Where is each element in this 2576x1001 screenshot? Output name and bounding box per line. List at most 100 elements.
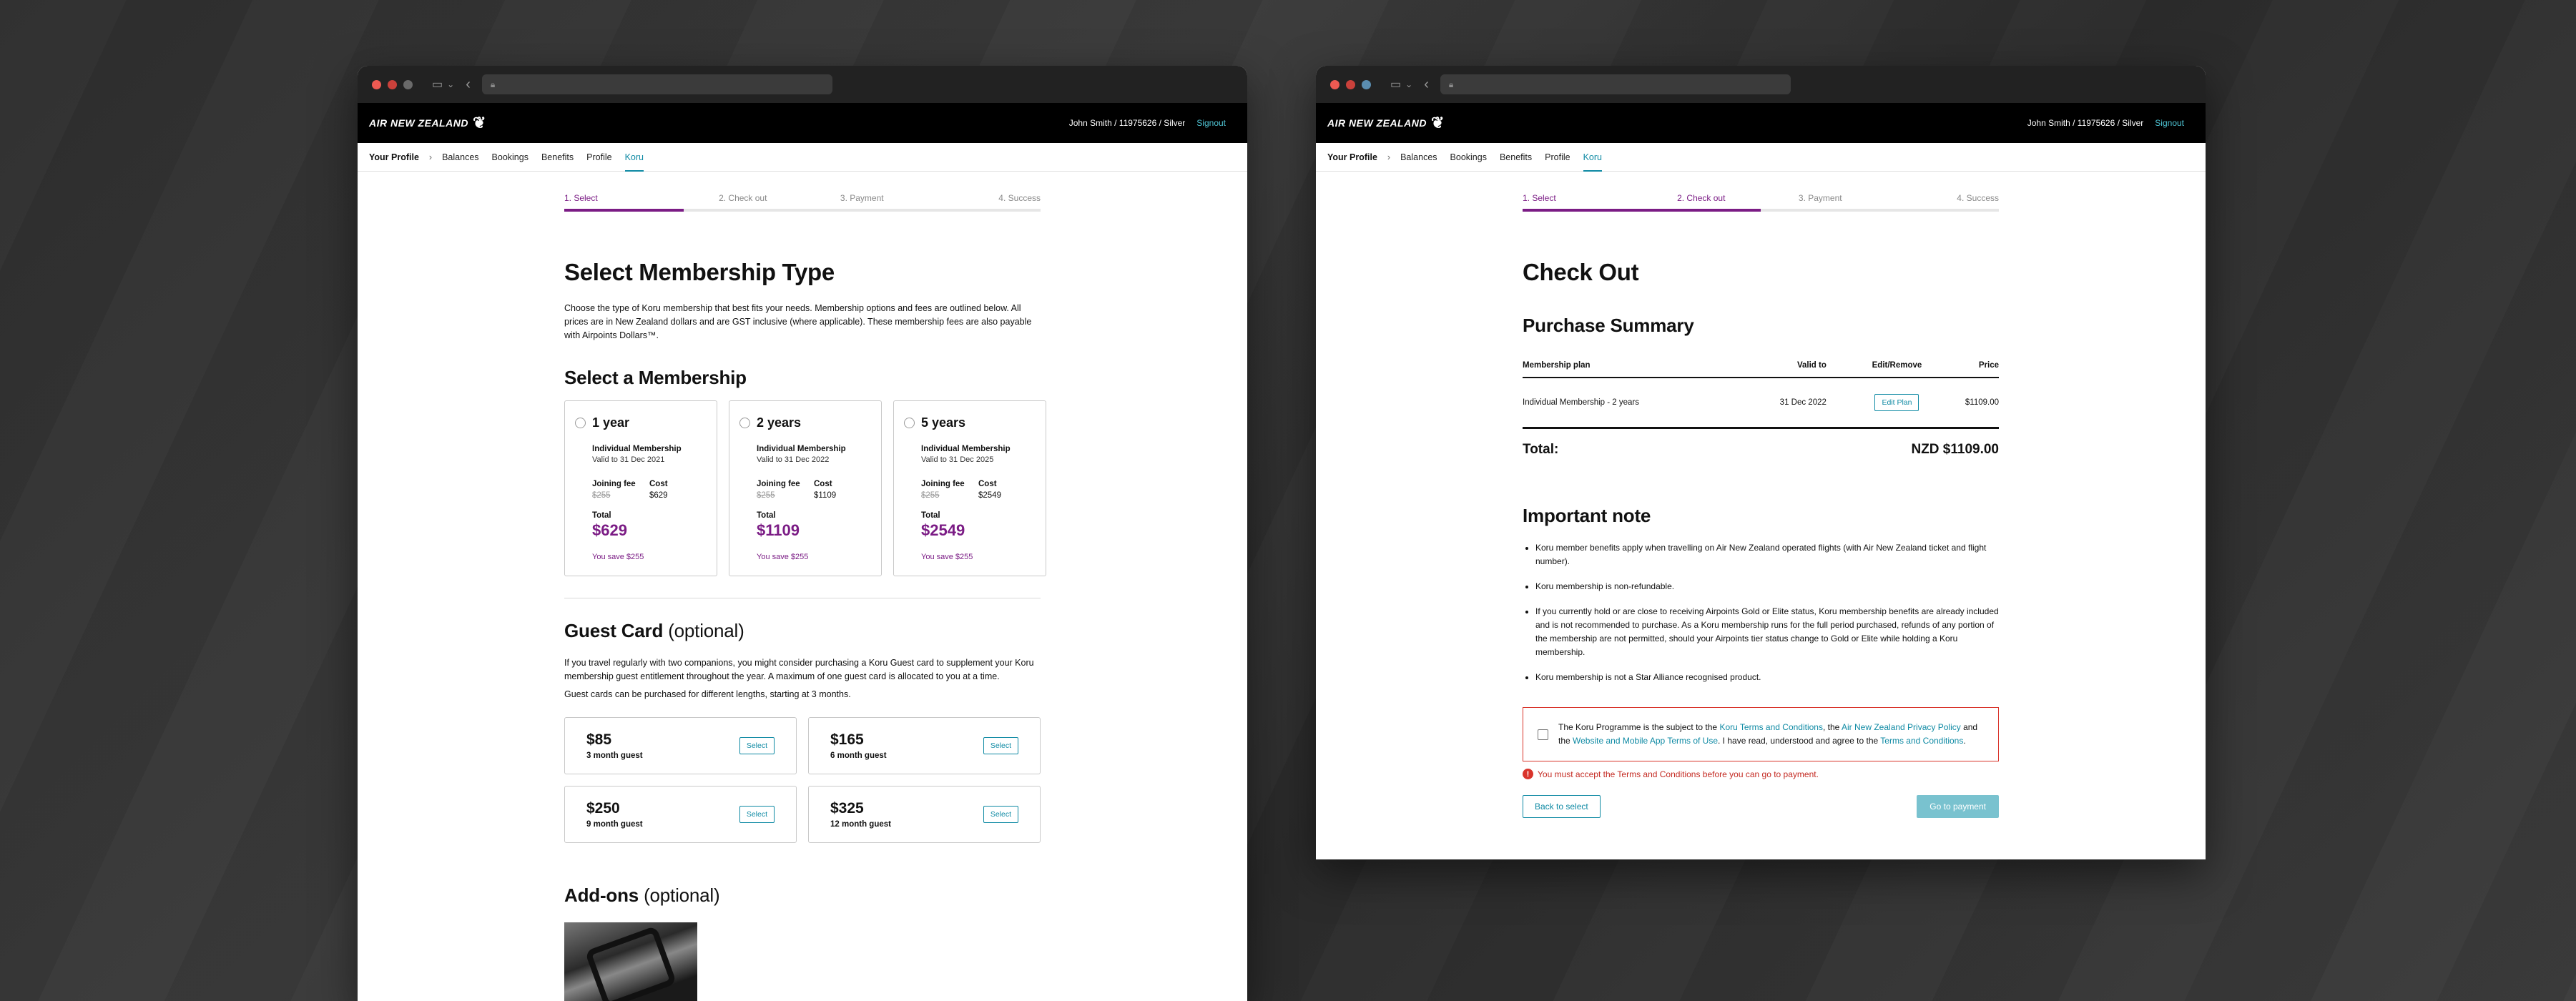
- total-value: $2549: [921, 521, 965, 539]
- sidebar-toggle-icon[interactable]: ▭: [1390, 77, 1401, 92]
- membership-heading: Select a Membership: [564, 367, 747, 388]
- error-icon: !: [1523, 769, 1533, 779]
- nav-benefits[interactable]: Benefits: [1500, 143, 1532, 172]
- guest-length: 12 month guest: [830, 820, 891, 829]
- membership-valid: Valid to 31 Dec 2025: [921, 455, 994, 464]
- nav-profile[interactable]: Profile: [586, 143, 611, 172]
- signout-link[interactable]: Signout: [2155, 118, 2184, 128]
- membership-options: 1 year Individual Membership Valid to 31…: [564, 400, 1046, 576]
- koru-fern-icon: ❦: [1430, 114, 1445, 132]
- browser-window-checkout: ▭ ⌄ ‹ 🔒︎ AIR NEW ZEALAND ❦ John Smith / 1…: [1316, 66, 2206, 859]
- back-to-select-button[interactable]: Back to select: [1523, 795, 1601, 818]
- terms-box: The Koru Programme is the subject to the…: [1523, 707, 1999, 761]
- col-membership-plan: Membership plan: [1523, 361, 1726, 378]
- checkout-actions: Back to select Go to payment: [1523, 795, 1999, 818]
- sidebar-toggle-icon[interactable]: ▭: [432, 77, 443, 92]
- chevron-down-icon[interactable]: ⌄: [1405, 79, 1412, 89]
- nav-balances[interactable]: Balances: [1400, 143, 1437, 172]
- col-valid-to: Valid to: [1725, 361, 1854, 378]
- koru-terms-link[interactable]: Koru Terms and Conditions: [1719, 722, 1823, 732]
- accept-terms-checkbox[interactable]: [1538, 729, 1548, 740]
- plan-name: Individual Membership - 2 years: [1523, 378, 1726, 429]
- cost-label: Cost: [978, 480, 997, 488]
- close-window-button[interactable]: [1330, 79, 1339, 89]
- membership-radio[interactable]: [904, 418, 915, 428]
- breadcrumb-your-profile[interactable]: Your Profile: [1327, 152, 1377, 162]
- website-terms-link[interactable]: Website and Mobile App Terms of Use: [1573, 736, 1718, 746]
- step-success: 4. Success: [1879, 193, 1999, 212]
- nav-koru[interactable]: Koru: [624, 143, 644, 172]
- savings-text: You save $255: [757, 553, 809, 561]
- chevron-down-icon[interactable]: ⌄: [447, 79, 454, 89]
- membership-card-1-year[interactable]: 1 year Individual Membership Valid to 31…: [564, 400, 717, 576]
- terms-text: The Koru Programme is the subject to the…: [1558, 722, 1978, 746]
- step-select: 1. Select: [564, 193, 684, 212]
- step-checkout: 2. Check out: [1641, 193, 1761, 212]
- minimize-window-button[interactable]: [1346, 79, 1355, 89]
- koru-fern-icon: ❦: [472, 114, 486, 132]
- membership-card-2-years[interactable]: 2 years Individual Membership Valid to 3…: [729, 400, 882, 576]
- cost-value: $629: [649, 491, 668, 500]
- air-nz-logo[interactable]: AIR NEW ZEALAND ❦: [369, 114, 486, 132]
- select-guest-3-month-button[interactable]: Select: [739, 737, 775, 754]
- minimize-window-button[interactable]: [388, 79, 397, 89]
- cost-value: $1109: [814, 491, 837, 500]
- plan-price: $1109.00: [1940, 378, 1999, 429]
- joining-fee-value: $255: [921, 491, 940, 500]
- select-guest-6-month-button[interactable]: Select: [983, 737, 1018, 754]
- step-payment: 3. Payment: [1761, 193, 1880, 212]
- guest-length: 6 month guest: [830, 751, 887, 760]
- membership-valid: Valid to 31 Dec 2021: [592, 455, 665, 464]
- guest-length: 3 month guest: [586, 751, 643, 760]
- col-price: Price: [1940, 361, 1999, 378]
- savings-text: You save $255: [921, 553, 973, 561]
- site-header: AIR NEW ZEALAND ❦ John Smith / 11975626 /…: [358, 103, 1247, 143]
- chevron-right-icon: ›: [428, 152, 433, 162]
- address-bar[interactable]: 🔒︎: [481, 74, 832, 94]
- chevron-right-icon: ›: [1387, 152, 1391, 162]
- terms-error-message: ! You must accept the Terms and Conditio…: [1523, 769, 1999, 779]
- step-payment: 3. Payment: [802, 193, 922, 212]
- nav-koru[interactable]: Koru: [1583, 143, 1602, 172]
- privacy-policy-link[interactable]: Air New Zealand Privacy Policy: [1842, 722, 1961, 732]
- lock-icon: 🔒︎: [1448, 79, 1454, 89]
- maximize-window-button[interactable]: [1362, 79, 1371, 89]
- purchase-summary-table: Membership plan Valid to Edit/Remove Pri…: [1523, 361, 1999, 429]
- profile-subnav: Your Profile › Balances Bookings Benefit…: [1316, 143, 2206, 172]
- terms-conditions-link[interactable]: Terms and Conditions: [1880, 736, 1963, 746]
- guest-price: $85: [586, 731, 612, 748]
- nav-profile[interactable]: Profile: [1545, 143, 1570, 172]
- browser-titlebar: ▭ ⌄ ‹ 🔒︎: [1316, 66, 2206, 103]
- nav-balances[interactable]: Balances: [442, 143, 478, 172]
- select-guest-12-month-button[interactable]: Select: [983, 806, 1018, 823]
- select-guest-9-month-button[interactable]: Select: [739, 806, 775, 823]
- profile-subnav: Your Profile › Balances Bookings Benefit…: [358, 143, 1247, 172]
- nav-benefits[interactable]: Benefits: [541, 143, 574, 172]
- back-arrow-icon[interactable]: ‹: [466, 77, 471, 93]
- signout-link[interactable]: Signout: [1196, 118, 1226, 128]
- guest-price: $165: [830, 731, 864, 748]
- total-value: $629: [592, 521, 627, 539]
- back-arrow-icon[interactable]: ‹: [1424, 77, 1429, 93]
- go-to-payment-button[interactable]: Go to payment: [1917, 795, 1999, 818]
- joining-fee-label: Joining fee: [592, 480, 636, 488]
- membership-term: 2 years: [757, 415, 802, 430]
- breadcrumb-your-profile[interactable]: Your Profile: [369, 152, 419, 162]
- air-nz-logo[interactable]: AIR NEW ZEALAND ❦: [1327, 114, 1445, 132]
- page-title: Check Out: [1523, 259, 1639, 285]
- step-success: 4. Success: [921, 193, 1041, 212]
- membership-radio[interactable]: [575, 418, 586, 428]
- membership-type: Individual Membership: [757, 445, 846, 453]
- nav-bookings[interactable]: Bookings: [1450, 143, 1487, 172]
- close-window-button[interactable]: [372, 79, 381, 89]
- membership-radio[interactable]: [739, 418, 750, 428]
- guest-intro-text: If you travel regularly with two compani…: [564, 658, 1034, 681]
- membership-card-5-years[interactable]: 5 years Individual Membership Valid to 3…: [893, 400, 1046, 576]
- list-item: Koru membership is not a Star Alliance r…: [1535, 671, 1999, 684]
- guest-price: $325: [830, 800, 864, 817]
- cost-label: Cost: [649, 480, 668, 488]
- edit-plan-button[interactable]: Edit Plan: [1874, 394, 1919, 411]
- nav-bookings[interactable]: Bookings: [492, 143, 529, 172]
- address-bar[interactable]: 🔒︎: [1440, 74, 1791, 94]
- maximize-window-button[interactable]: [403, 79, 413, 89]
